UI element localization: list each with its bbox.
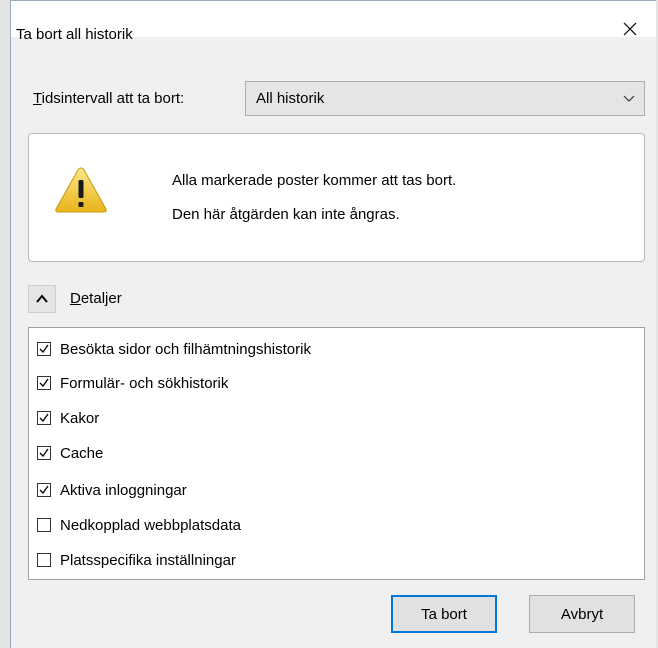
checkmark-icon (39, 378, 49, 388)
details-toggle-button[interactable] (28, 285, 56, 313)
checkmark-icon (39, 448, 49, 458)
time-range-label: Tidsintervall att ta bort: (33, 90, 184, 107)
checkmark-icon (39, 485, 49, 495)
history-item-label: Besökta sidor och filhämtningshistorik (60, 340, 311, 358)
time-range-label-accel: T (33, 90, 42, 107)
warning-icon (55, 167, 107, 213)
checkmark-icon (39, 344, 49, 354)
details-label[interactable]: Detaljer (70, 290, 122, 307)
checkbox[interactable] (37, 518, 51, 532)
warning-line-1: Alla markerade poster kommer att tas bor… (172, 172, 457, 189)
history-item[interactable]: Formulär- och sökhistorik (37, 372, 228, 394)
time-range-value: All historik (256, 90, 325, 107)
checkbox[interactable] (37, 376, 51, 390)
warning-box: Alla markerade poster kommer att tas bor… (28, 133, 645, 262)
warning-line-2: Den här åtgärden kan inte ångras. (172, 206, 400, 223)
history-item[interactable]: Cache (37, 442, 103, 464)
close-button[interactable] (610, 9, 650, 49)
history-item-label: Platsspecifika inställningar (60, 551, 236, 569)
checkbox[interactable] (37, 411, 51, 425)
cancel-button[interactable]: Avbryt (529, 595, 635, 633)
history-item[interactable]: Nedkopplad webbplatsdata (37, 514, 241, 536)
chevron-up-icon (36, 294, 48, 303)
checkbox[interactable] (37, 483, 51, 497)
checkbox[interactable] (37, 446, 51, 460)
time-range-select[interactable]: All historik (245, 81, 645, 116)
close-icon (623, 22, 637, 36)
history-item-label: Nedkopplad webbplatsdata (60, 516, 241, 534)
checkbox[interactable] (37, 553, 51, 567)
details-label-accel: D (70, 290, 81, 307)
history-item[interactable]: Aktiva inloggningar (37, 479, 187, 501)
history-item-label: Kakor (60, 409, 100, 427)
time-range-label-text: idsintervall att ta bort: (41, 90, 185, 107)
history-item[interactable]: Platsspecifika inställningar (37, 549, 236, 571)
history-item[interactable]: Besökta sidor och filhämtningshistorik (37, 338, 311, 360)
details-label-text: etaljer (80, 290, 122, 307)
chevron-down-icon (623, 95, 635, 102)
checkmark-icon (39, 413, 49, 423)
history-item-label: Cache (60, 444, 104, 462)
history-item-label: Aktiva inloggningar (60, 481, 187, 499)
clear-history-dialog: Ta bort all historik Tidsintervall att t… (10, 0, 656, 648)
dialog-title: Ta bort all historik (16, 26, 133, 43)
history-items-list: Besökta sidor och filhämtningshistorik F… (28, 327, 645, 580)
history-item-label: Formulär- och sökhistorik (60, 374, 229, 392)
checkbox[interactable] (37, 342, 51, 356)
history-item[interactable]: Kakor (37, 407, 99, 429)
title-bar: Ta bort all historik (11, 1, 656, 43)
remove-button[interactable]: Ta bort (391, 595, 497, 633)
